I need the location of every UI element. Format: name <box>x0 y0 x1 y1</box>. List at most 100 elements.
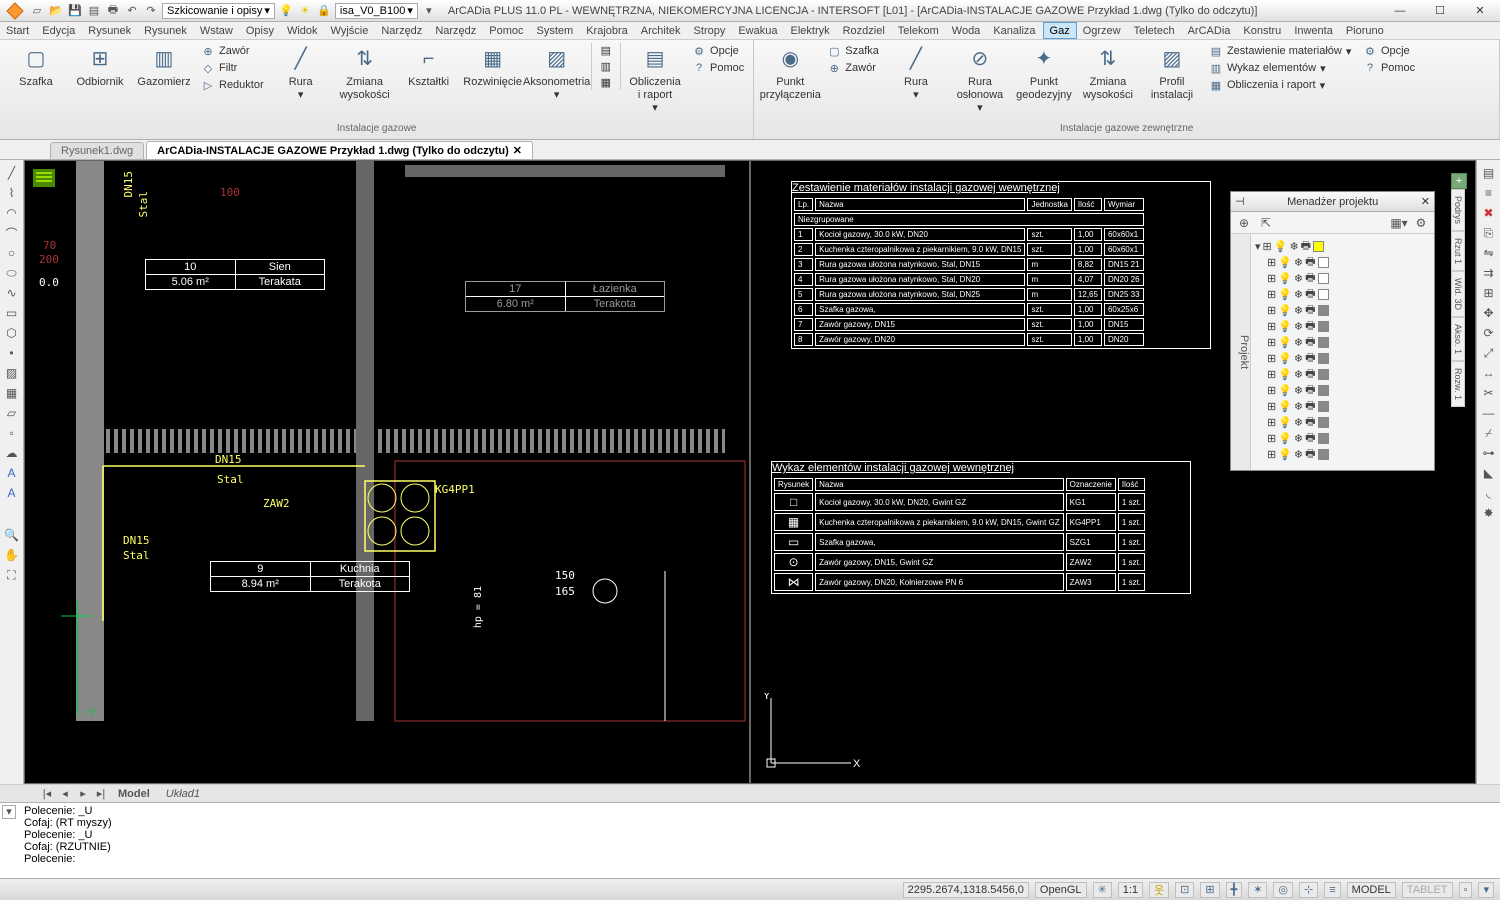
pomoc2-button[interactable]: ?Pomoc <box>1360 60 1418 76</box>
menu-opisy[interactable]: Opisy <box>240 22 281 39</box>
circle-icon[interactable]: ○ <box>3 244 21 262</box>
sun-icon[interactable]: ☀ <box>297 3 313 19</box>
bulb-icon[interactable]: 💡 <box>278 3 294 19</box>
menu-wstaw[interactable]: Wstaw <box>194 22 240 39</box>
pm-layer-row[interactable]: ⊞💡❄🖶 <box>1255 254 1430 270</box>
status-polar-icon[interactable]: ✶ <box>1248 882 1267 898</box>
nav-next-icon[interactable]: ▸ <box>76 787 90 800</box>
tool-c-icon[interactable]: ▦ <box>598 75 614 90</box>
status-person-icon[interactable]: 웃 <box>1149 882 1169 898</box>
menu-start[interactable]: Start <box>0 22 36 39</box>
save-icon[interactable]: 💾 <box>67 3 83 19</box>
menu-krajobra[interactable]: Krajobra <box>580 22 635 39</box>
zmiana-wys-button[interactable]: ⇅Zmiana wysokości <box>335 43 395 104</box>
aksonometria-button[interactable]: ▨Aksonometria▾ <box>527 43 587 104</box>
opcje2-button[interactable]: ⚙Opcje <box>1360 43 1418 59</box>
undo-icon[interactable]: ↶ <box>124 3 140 19</box>
pm-layer-row[interactable]: ▾⊞💡❄🖶 <box>1255 238 1430 254</box>
pm-layer-row[interactable]: ⊞💡❄🖶 <box>1255 446 1430 462</box>
project-manager-panel[interactable]: ⊣ Menadżer projektu ✕ ⊕ ⇱ ▦▾ ⚙ Projekt ▾… <box>1230 191 1435 471</box>
pm-grid-icon[interactable]: ▦▾ <box>1390 214 1408 232</box>
pm-layer-row[interactable]: ⊞💡❄🖶 <box>1255 398 1430 414</box>
pomoc-button[interactable]: ?Pomoc <box>689 60 747 76</box>
obliczenia-button[interactable]: ▤Obliczenia i raport▾ <box>625 43 685 118</box>
wipeout-icon[interactable]: ▫ <box>3 424 21 442</box>
command-line[interactable]: ▾ Polecenie: _U Cofaj: (RT myszy) Polece… <box>0 802 1500 878</box>
rura-button[interactable]: ╱Rura▾ <box>271 43 331 104</box>
tool-a-icon[interactable]: ▤ <box>598 43 614 58</box>
menu-kanaliza[interactable]: Kanaliza <box>987 22 1042 39</box>
boundary-icon[interactable]: ▱ <box>3 404 21 422</box>
status-tablet[interactable]: TABLET <box>1402 882 1453 898</box>
new-icon[interactable]: ▱ <box>29 3 45 19</box>
tab-uklad1[interactable]: Układ1 <box>160 788 206 800</box>
chamfer-icon[interactable]: ◣ <box>1480 464 1498 482</box>
menu-pomoc[interactable]: Pomoc <box>483 22 530 39</box>
menu-stropy[interactable]: Stropy <box>688 22 733 39</box>
status-scale[interactable]: 1:1 <box>1118 882 1143 898</box>
prop-icon[interactable]: ▤ <box>1480 164 1498 182</box>
pm-tree[interactable]: ▾⊞💡❄🖶⊞💡❄🖶⊞💡❄🖶⊞💡❄🖶⊞💡❄🖶⊞💡❄🖶⊞💡❄🖶⊞💡❄🖶⊞💡❄🖶⊞💡❄… <box>1251 234 1434 470</box>
pm-vtab[interactable]: Wid. 3D <box>1451 271 1465 317</box>
menu-edycja[interactable]: Edycja <box>36 22 82 39</box>
menu-gaz[interactable]: Gaz <box>1043 22 1077 39</box>
nav-first-icon[interactable]: |◂ <box>40 787 54 800</box>
menu-rysunek[interactable]: Rysunek <box>138 22 194 39</box>
status-ortho-icon[interactable]: ╋ <box>1226 882 1243 898</box>
menu-telekom[interactable]: Telekom <box>892 22 946 39</box>
arc-icon[interactable]: ◠ <box>3 204 21 222</box>
status-osnap-icon[interactable]: ◎ <box>1273 882 1293 898</box>
pm-vtab[interactable]: Podrys <box>1451 189 1465 231</box>
pm-layer-row[interactable]: ⊞💡❄🖶 <box>1255 302 1430 318</box>
minimize-button[interactable]: — <box>1380 0 1420 22</box>
pm-add-icon[interactable]: ⊕ <box>1235 214 1253 232</box>
status-snap2-icon[interactable]: ⊞ <box>1200 882 1219 898</box>
viewport-right[interactable]: Zestawienie materiałów instalacji gazowe… <box>750 160 1476 784</box>
menu-teletech[interactable]: Teletech <box>1128 22 1182 39</box>
extend-icon[interactable]: — <box>1480 404 1498 422</box>
array-icon[interactable]: ⊞ <box>1480 284 1498 302</box>
pm-opt-icon[interactable]: ⚙ <box>1412 214 1430 232</box>
zawor2-button[interactable]: ⊕Zawór <box>824 60 882 76</box>
status-lwt-icon[interactable]: ≡ <box>1324 882 1340 898</box>
oblicz-rap-button[interactable]: ▦Obliczenia i raport▾ <box>1206 77 1356 93</box>
menu-inwenta[interactable]: Inwenta <box>1288 22 1340 39</box>
pm-plus-icon[interactable]: + <box>1451 173 1467 189</box>
hatch-icon[interactable]: ▨ <box>3 364 21 382</box>
arc3-icon[interactable]: ⌒ <box>3 224 21 242</box>
status-extra1-icon[interactable]: ▫ <box>1459 882 1473 898</box>
tool-b-icon[interactable]: ▥ <box>598 59 614 74</box>
menu-rysunek[interactable]: Rysunek <box>82 22 138 39</box>
status-extra2-icon[interactable]: ▾ <box>1478 882 1494 898</box>
menu-rozdziel[interactable]: Rozdziel <box>837 22 892 39</box>
zawor-button[interactable]: ⊕Zawór <box>198 43 267 59</box>
menu-woda[interactable]: Woda <box>946 22 988 39</box>
rozwiniecie-button[interactable]: ▦Rozwinięcie <box>463 43 523 91</box>
pm-layer-row[interactable]: ⊞💡❄🖶 <box>1255 382 1430 398</box>
profil-button[interactable]: ▨Profil instalacji <box>1142 43 1202 104</box>
close-button[interactable]: ✕ <box>1460 0 1500 22</box>
tab-model[interactable]: Model <box>112 788 156 800</box>
layer-combo[interactable]: isa_V0_B100▾ <box>335 3 418 19</box>
menu-architek[interactable]: Architek <box>635 22 688 39</box>
viewport-left[interactable]: ↑Y DN15 Stal 100 70 200 0.0 DN15 Stal ZA… <box>24 160 750 784</box>
pan-icon[interactable]: ✋ <box>3 546 21 564</box>
status-otrack-icon[interactable]: ⊹ <box>1299 882 1318 898</box>
layer-icon[interactable]: ≡ <box>1480 184 1498 202</box>
save-as-icon[interactable]: ▤ <box>86 3 102 19</box>
mirror-icon[interactable]: ⇋ <box>1480 244 1498 262</box>
wykaz-el-button[interactable]: ▥Wykaz elementów▾ <box>1206 60 1356 76</box>
status-model[interactable]: MODEL <box>1347 882 1396 898</box>
mtext-icon[interactable]: A <box>3 484 21 502</box>
pm-layer-row[interactable]: ⊞💡❄🖶 <box>1255 366 1430 382</box>
rect-icon[interactable]: ▭ <box>3 304 21 322</box>
menu-pioruno[interactable]: Pioruno <box>1340 22 1391 39</box>
punkt-przyl-button[interactable]: ◉Punkt przyłączenia <box>760 43 820 104</box>
pm-layer-row[interactable]: ⊞💡❄🖶 <box>1255 270 1430 286</box>
pm-layer-row[interactable]: ⊞💡❄🖶 <box>1255 430 1430 446</box>
spline-icon[interactable]: ∿ <box>3 284 21 302</box>
pm-ref-icon[interactable]: ⇱ <box>1257 214 1275 232</box>
status-snap1-icon[interactable]: ⊡ <box>1175 882 1194 898</box>
zoom-icon[interactable]: 🔍 <box>3 526 21 544</box>
pm-layer-row[interactable]: ⊞💡❄🖶 <box>1255 318 1430 334</box>
